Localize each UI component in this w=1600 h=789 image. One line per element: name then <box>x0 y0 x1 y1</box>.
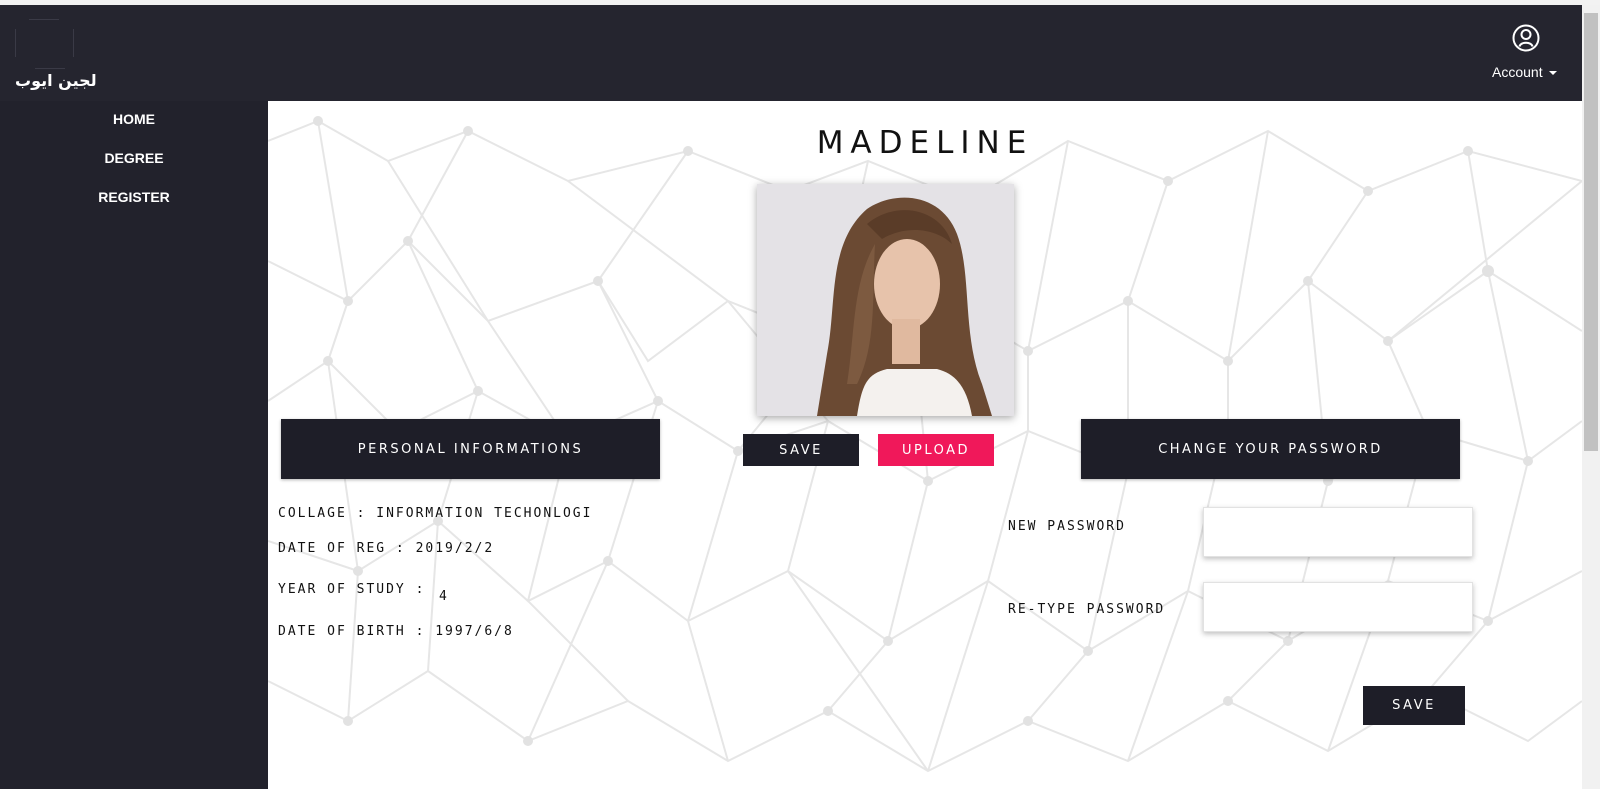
new-password-label: NEW PASSWORD <box>1008 519 1126 534</box>
scrollbar-thumb[interactable] <box>1584 13 1598 451</box>
logo-placeholder <box>15 19 75 69</box>
sidebar-item-degree[interactable]: DEGREE <box>0 150 268 166</box>
date-of-reg-info: DATE OF REG : 2019/2/2 <box>278 541 495 556</box>
new-password-input[interactable] <box>1203 507 1473 557</box>
date-of-birth-info: DATE OF BIRTH : 1997/6/8 <box>278 624 514 639</box>
save-password-button[interactable]: SAVE <box>1363 686 1465 725</box>
profile-name: MADELINE <box>816 125 1034 161</box>
personal-info-heading-label: PERSONAL INFORMATIONS <box>357 441 584 457</box>
account-dropdown[interactable]: Account <box>1492 64 1557 80</box>
retype-password-label: RE-TYPE PASSWORD <box>1008 602 1166 617</box>
profile-photo <box>757 184 1014 416</box>
main-content: MADELINE PERSONAL INFORMATIONS SAVE UPLO… <box>268 101 1582 789</box>
change-password-heading[interactable]: CHANGE YOUR PASSWORD <box>1081 419 1460 479</box>
account-label: Account <box>1492 64 1543 80</box>
sidebar: HOME DEGREE REGISTER <box>0 101 268 789</box>
user-circle-icon[interactable] <box>1511 23 1541 53</box>
top-navbar: لجين ايوب Account <box>0 5 1582 101</box>
year-of-study-label: YEAR OF STUDY : <box>278 582 426 597</box>
sidebar-item-register[interactable]: REGISTER <box>0 189 268 205</box>
brand-name[interactable]: لجين ايوب <box>15 71 97 90</box>
profile-photo-image <box>757 184 1014 416</box>
change-password-heading-label: CHANGE YOUR PASSWORD <box>1158 441 1383 457</box>
college-info: COLLAGE : INFORMATION TECHONLOGI <box>278 506 593 521</box>
sidebar-item-home[interactable]: HOME <box>0 111 268 127</box>
upload-photo-button[interactable]: UPLOAD <box>878 434 994 466</box>
year-of-study-value: 4 <box>439 589 449 604</box>
vertical-scrollbar[interactable] <box>1582 5 1600 789</box>
caret-down-icon <box>1548 71 1557 76</box>
save-photo-button[interactable]: SAVE <box>743 434 859 466</box>
personal-info-heading[interactable]: PERSONAL INFORMATIONS <box>281 419 660 479</box>
app-window: لجين ايوب Account HOME DEGREE REGISTER M… <box>0 0 1600 789</box>
retype-password-input[interactable] <box>1203 582 1473 632</box>
